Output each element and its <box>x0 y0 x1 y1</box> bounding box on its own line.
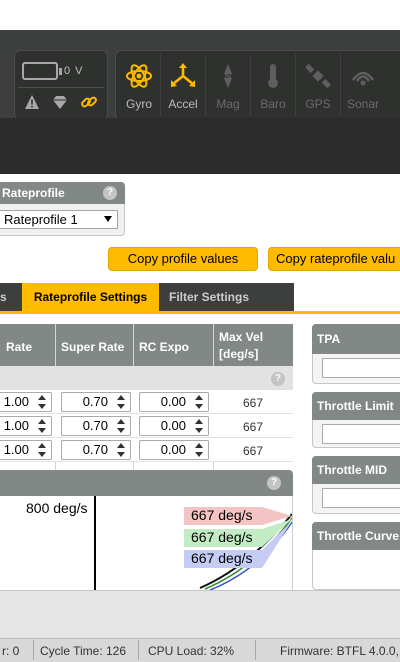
spinner-arrows-icon[interactable] <box>195 419 203 433</box>
help-icon[interactable]: ? <box>267 476 281 490</box>
throttle-curve-header: Throttle Curve <box>312 522 400 550</box>
throttle-limit-input[interactable] <box>322 424 400 444</box>
sensor-label: Sonar <box>346 97 380 111</box>
rateprofile-title: Rateprofile <box>2 186 65 200</box>
col-header-max-vel: Max Vel [deg/s] <box>219 330 264 361</box>
spinner-arrows-icon[interactable] <box>117 419 125 433</box>
status-firmware: Firmware: BTFL 4.0.0, <box>280 644 399 658</box>
sensor-baro: Baro <box>251 52 295 118</box>
legend-pointers <box>262 507 292 568</box>
svg-text:N: N <box>225 71 232 81</box>
throttle-mid-header: Throttle MID <box>312 456 400 484</box>
sensor-gyro: Gyro <box>117 52 161 118</box>
accel-icon <box>171 63 195 87</box>
max-vel-value: 667 <box>242 396 264 410</box>
spinner-arrows-icon[interactable] <box>117 395 125 409</box>
top-spacer <box>0 0 400 30</box>
tpa-header: TPA <box>312 324 400 354</box>
footer-area <box>0 590 400 638</box>
max-vel-value: 667 <box>242 444 264 458</box>
sonar-icon <box>351 71 375 86</box>
sensor-accel: Accel <box>161 52 205 118</box>
copy-profile-button[interactable]: Copy profile values <box>108 247 258 271</box>
divider <box>138 640 139 660</box>
rates-graph: 800 deg/s 667 deg/s 667 deg/s 667 deg/s <box>0 496 293 591</box>
legend-label-yaw: 667 deg/s <box>191 550 253 566</box>
sensor-gps: GPS <box>296 52 340 118</box>
spinner-arrows-icon[interactable] <box>38 443 46 457</box>
max-vel-value: 667 <box>242 420 264 434</box>
compass-icon: N <box>224 64 232 88</box>
rateprofile-select[interactable]: Rateprofile 1 <box>0 210 118 229</box>
sensor-label: GPS <box>305 97 331 111</box>
tab-rateprofile-settings[interactable]: Rateprofile Settings <box>22 283 159 311</box>
legend-label-roll: 667 deg/s <box>191 507 253 523</box>
rates-graph-header <box>0 470 293 496</box>
gyro-icon <box>126 64 152 88</box>
toolbar-strip <box>0 118 400 174</box>
status-cpu-load: CPU Load: 32% <box>148 644 235 658</box>
chevron-down-icon <box>104 216 112 222</box>
throttle-limit-header: Throttle Limit <box>312 392 400 420</box>
divider <box>33 640 34 660</box>
help-icon[interactable]: ? <box>271 372 285 386</box>
status-cycle-time: Cycle Time: 126 <box>40 644 127 658</box>
spinner-arrows-icon[interactable] <box>195 395 203 409</box>
throttle-mid-input[interactable] <box>322 488 400 508</box>
status-error-count: r: 0 <box>2 644 20 658</box>
spinner-arrows-icon[interactable] <box>117 443 125 457</box>
divider <box>18 87 104 88</box>
legend-label-pitch: 667 deg/s <box>191 529 253 545</box>
sensor-mag: N Mag <box>206 52 250 118</box>
battery-voltage: 0 V <box>64 65 84 77</box>
tab-pid-settings[interactable]: s <box>0 283 22 311</box>
link-icon <box>81 96 97 108</box>
sensor-label: Mag <box>216 97 240 111</box>
spinner-arrows-icon[interactable] <box>38 395 46 409</box>
sensor-label: Accel <box>168 97 198 111</box>
tpa-input[interactable] <box>322 358 400 378</box>
sensor-label: Baro <box>260 97 286 111</box>
divider <box>255 640 256 660</box>
tab-filter-settings[interactable]: Filter Settings <box>159 283 259 311</box>
diamond-icon <box>53 96 67 109</box>
thermometer-icon <box>268 64 278 88</box>
help-icon[interactable]: ? <box>103 186 117 200</box>
tab-underline <box>0 311 400 314</box>
table-subheader <box>0 366 293 390</box>
warning-icon <box>25 95 39 109</box>
copy-rateprofile-button[interactable]: Copy rateprofile valu <box>268 247 400 271</box>
battery-icon <box>22 62 62 80</box>
satellite-icon <box>305 63 331 89</box>
sensor-label: Gyro <box>125 97 152 111</box>
spinner-arrows-icon[interactable] <box>38 419 46 433</box>
spinner-arrows-icon[interactable] <box>195 443 203 457</box>
sensor-sonar: Sonar <box>341 52 385 118</box>
